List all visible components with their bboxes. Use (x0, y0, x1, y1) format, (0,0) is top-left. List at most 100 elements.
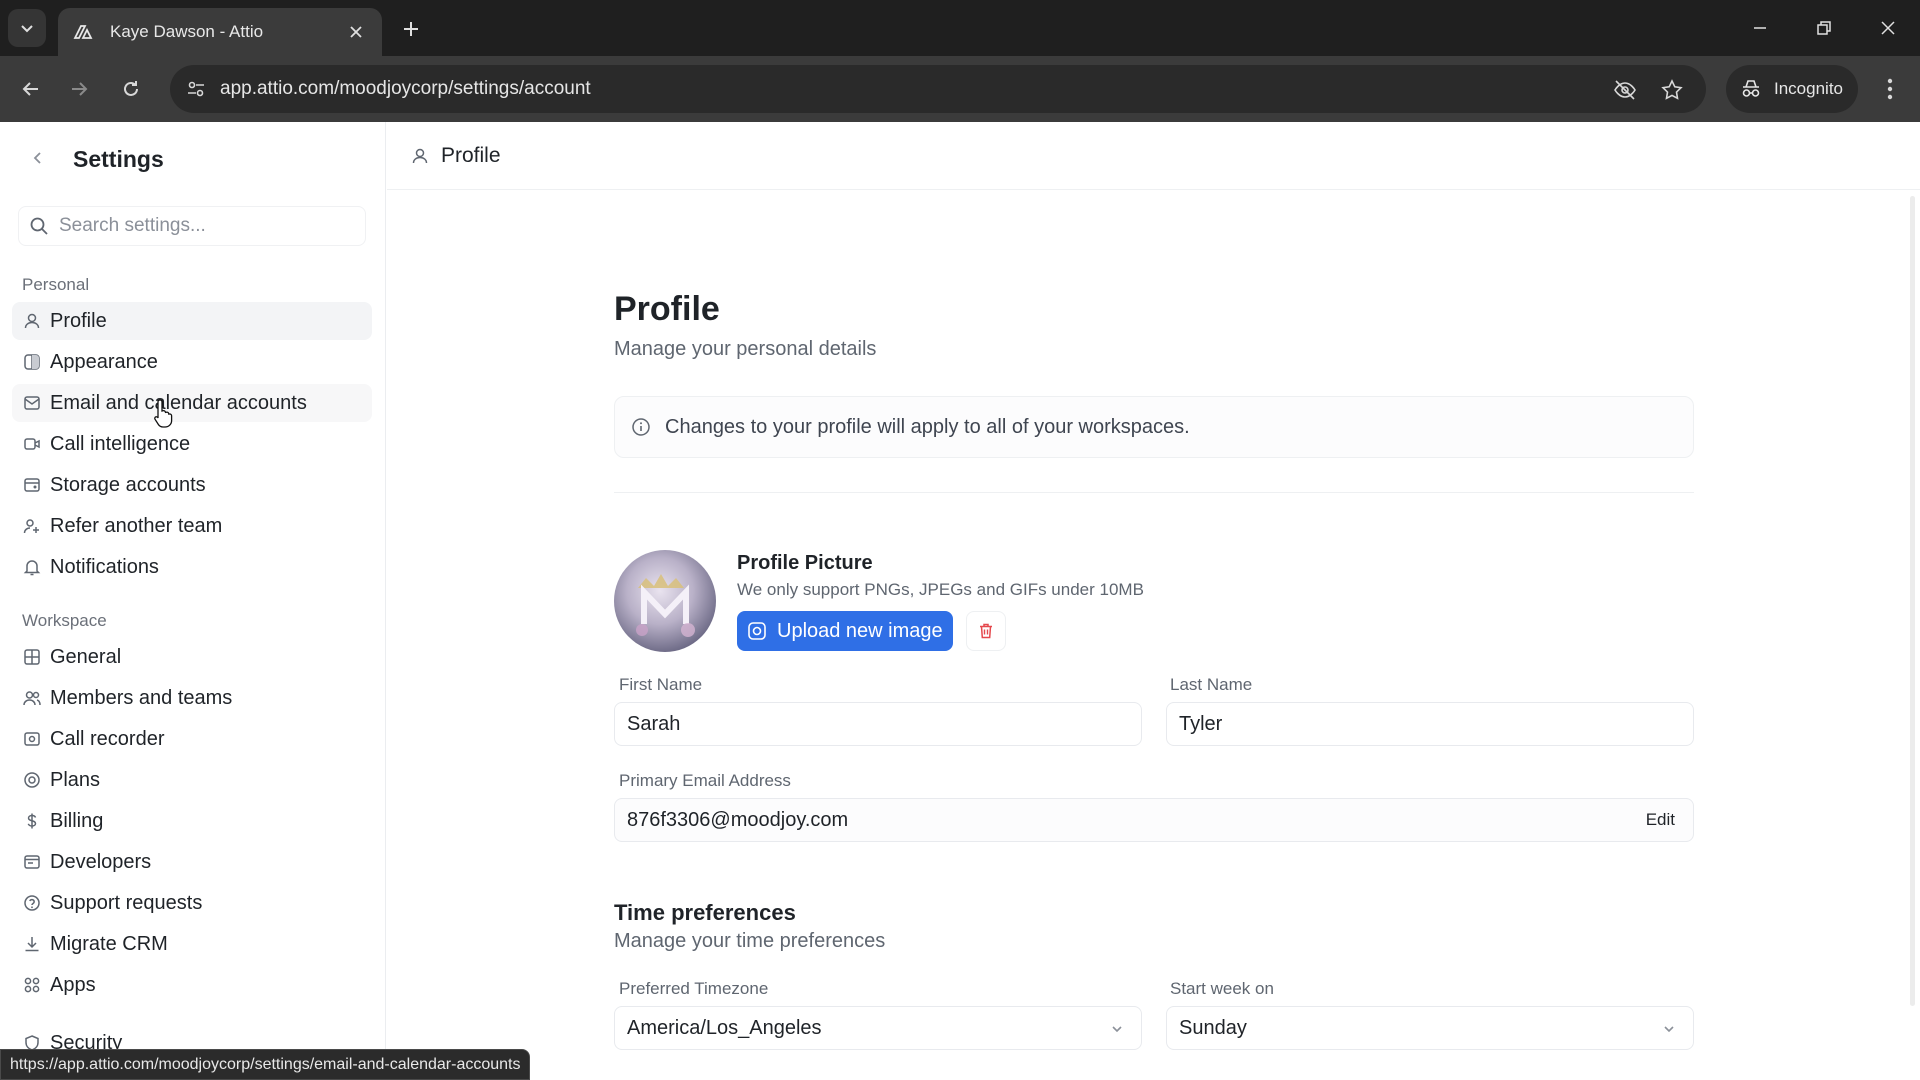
avatar (614, 550, 716, 652)
sidebar-item-label: Migrate CRM (50, 932, 168, 955)
sidebar-item-call-recorder[interactable]: Call recorder (12, 720, 372, 758)
sidebar-item-refer[interactable]: Refer another team (12, 507, 372, 545)
download-icon (22, 934, 42, 954)
chevron-left-icon (33, 152, 41, 164)
info-icon (632, 418, 650, 436)
page-title: Profile (614, 290, 720, 328)
minimize-icon (1754, 27, 1766, 29)
browser-tab-bar: Kaye Dawson - Attio (0, 0, 1920, 56)
attio-logo-icon (72, 20, 96, 44)
header-title: Profile (441, 143, 501, 167)
notice-text: Changes to your profile will apply to al… (665, 415, 1190, 438)
minimize-button[interactable] (1742, 12, 1778, 44)
user-icon (22, 311, 42, 331)
site-info-icon[interactable] (184, 77, 208, 101)
first-name-field[interactable]: Sarah (614, 702, 1142, 746)
sidebar-title: Settings (73, 146, 164, 172)
time-preferences-subtitle: Manage your time preferences (614, 930, 886, 952)
edit-email-button[interactable]: Edit (1646, 810, 1675, 830)
close-window-button[interactable] (1870, 12, 1906, 44)
sidebar-item-call-intelligence[interactable]: Call intelligence (12, 425, 372, 463)
sidebar-item-label: Developers (50, 850, 152, 873)
tab-search-button[interactable] (8, 9, 46, 47)
page-header: Profile (387, 122, 1920, 190)
sidebar-item-notifications[interactable]: Notifications (12, 548, 372, 586)
email-field: 876f3306@moodjoy.com Edit (614, 798, 1694, 842)
info-notice: Changes to your profile will apply to al… (614, 396, 1694, 458)
chevron-down-icon (1107, 1019, 1127, 1039)
sidebar-item-label: Plans (50, 768, 101, 791)
bell-icon (22, 557, 42, 577)
close-tab-icon[interactable] (344, 20, 368, 44)
recorder-icon (22, 729, 42, 749)
mail-calendar-icon (22, 393, 42, 413)
restore-icon (1817, 21, 1831, 35)
more-vertical-icon (1887, 78, 1893, 100)
first-name-value[interactable]: Sarah (627, 713, 680, 736)
start-week-value: Sunday (1179, 1016, 1247, 1039)
sidebar-item-support[interactable]: Support requests (12, 884, 372, 922)
sidebar-item-label: Call recorder (50, 727, 165, 750)
incognito-label: Incognito (1774, 79, 1843, 98)
new-tab-button[interactable] (396, 14, 426, 44)
sidebar-item-storage[interactable]: Storage accounts (12, 466, 372, 504)
incognito-indicator[interactable]: Incognito (1726, 65, 1858, 113)
sidebar-item-appearance[interactable]: Appearance (12, 343, 372, 381)
plans-icon (22, 770, 42, 790)
sidebar-item-migrate-crm[interactable]: Migrate CRM (12, 925, 372, 963)
reload-button[interactable] (114, 72, 148, 106)
sidebar-item-developers[interactable]: Developers (12, 843, 372, 881)
back-button[interactable] (14, 72, 48, 106)
restore-button[interactable] (1806, 12, 1842, 44)
search-icon (30, 217, 48, 235)
eye-off-icon[interactable] (1612, 77, 1638, 103)
sidebar-item-apps[interactable]: Apps (12, 966, 372, 1004)
sidebar-item-plans[interactable]: Plans (12, 761, 372, 799)
timezone-value: America/Los_Angeles (627, 1016, 822, 1039)
delete-image-button[interactable] (966, 611, 1006, 651)
section-personal: Personal (22, 275, 90, 294)
upload-image-button[interactable]: Upload new image (737, 611, 953, 651)
browser-tab-active[interactable]: Kaye Dawson - Attio (58, 8, 382, 56)
timezone-label: Preferred Timezone (619, 979, 769, 998)
profile-picture-title: Profile Picture (737, 552, 873, 574)
avatar-monogram-icon (636, 574, 695, 637)
sidebar-item-label: Support requests (50, 891, 203, 914)
grid-icon (22, 647, 42, 667)
settings-search-input[interactable] (59, 215, 349, 237)
last-name-value[interactable]: Tyler (1179, 713, 1222, 736)
start-week-label: Start week on (1170, 979, 1274, 998)
plus-icon (404, 22, 418, 36)
address-bar[interactable]: app.attio.com/moodjoycorp/settings/accou… (170, 65, 1706, 113)
sidebar-item-members[interactable]: Members and teams (12, 679, 372, 717)
refer-icon (22, 516, 42, 536)
last-name-field[interactable]: Tyler (1166, 702, 1694, 746)
sidebar-item-billing[interactable]: Billing (12, 802, 372, 840)
main-scrollbar[interactable] (1910, 196, 1915, 1006)
sidebar-item-label: Notifications (50, 555, 159, 578)
settings-search[interactable] (18, 206, 366, 246)
url-text[interactable]: app.attio.com/moodjoycorp/settings/accou… (220, 78, 591, 100)
browser-menu-button[interactable] (1874, 72, 1906, 106)
sidebar-item-profile[interactable]: Profile (12, 302, 372, 340)
sidebar-item-label: Apps (50, 973, 96, 996)
arrow-right-icon (72, 82, 88, 96)
sidebar-item-label: Refer another team (50, 514, 223, 537)
user-icon (412, 148, 428, 163)
settings-sidebar: Settings Personal Profile Appearance Ema… (0, 122, 386, 1080)
reload-icon (124, 81, 138, 96)
timezone-select[interactable]: America/Los_Angeles (614, 1006, 1142, 1050)
chevron-down-icon (1659, 1019, 1679, 1039)
sidebar-item-general[interactable]: General (12, 638, 372, 676)
trash-icon (980, 623, 992, 639)
time-preferences-title: Time preferences (614, 900, 796, 925)
mouse-cursor-icon (154, 399, 173, 428)
sidebar-back-button[interactable] (26, 146, 50, 170)
last-name-label: Last Name (1170, 675, 1253, 694)
sidebar-item-label: Members and teams (50, 686, 233, 709)
start-week-select[interactable]: Sunday (1166, 1006, 1694, 1050)
sidebar-item-email-calendar[interactable]: Email and calendar accounts (12, 384, 372, 422)
forward-button[interactable] (62, 72, 96, 106)
star-icon[interactable] (1659, 77, 1685, 103)
browser-toolbar: app.attio.com/moodjoycorp/settings/accou… (0, 56, 1920, 122)
